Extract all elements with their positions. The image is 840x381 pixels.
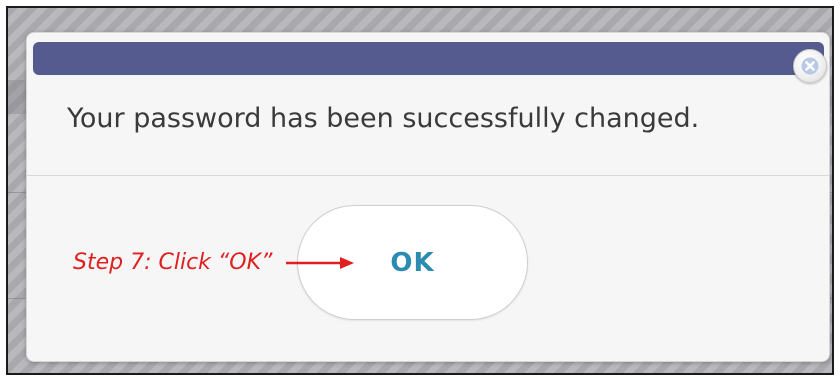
close-icon — [801, 57, 819, 75]
screenshot-frame: Your password has been successfully chan… — [6, 6, 834, 375]
arrow-right-icon — [286, 257, 354, 269]
password-changed-dialog: Your password has been successfully chan… — [26, 32, 830, 362]
step-annotation: Step 7: Click “OK” — [73, 250, 273, 275]
ok-button-label: OK — [390, 247, 435, 278]
dialog-titlebar — [33, 42, 827, 83]
dialog-message: Your password has been successfully chan… — [67, 103, 700, 134]
close-button[interactable] — [793, 49, 827, 83]
dialog-divider — [27, 175, 829, 176]
